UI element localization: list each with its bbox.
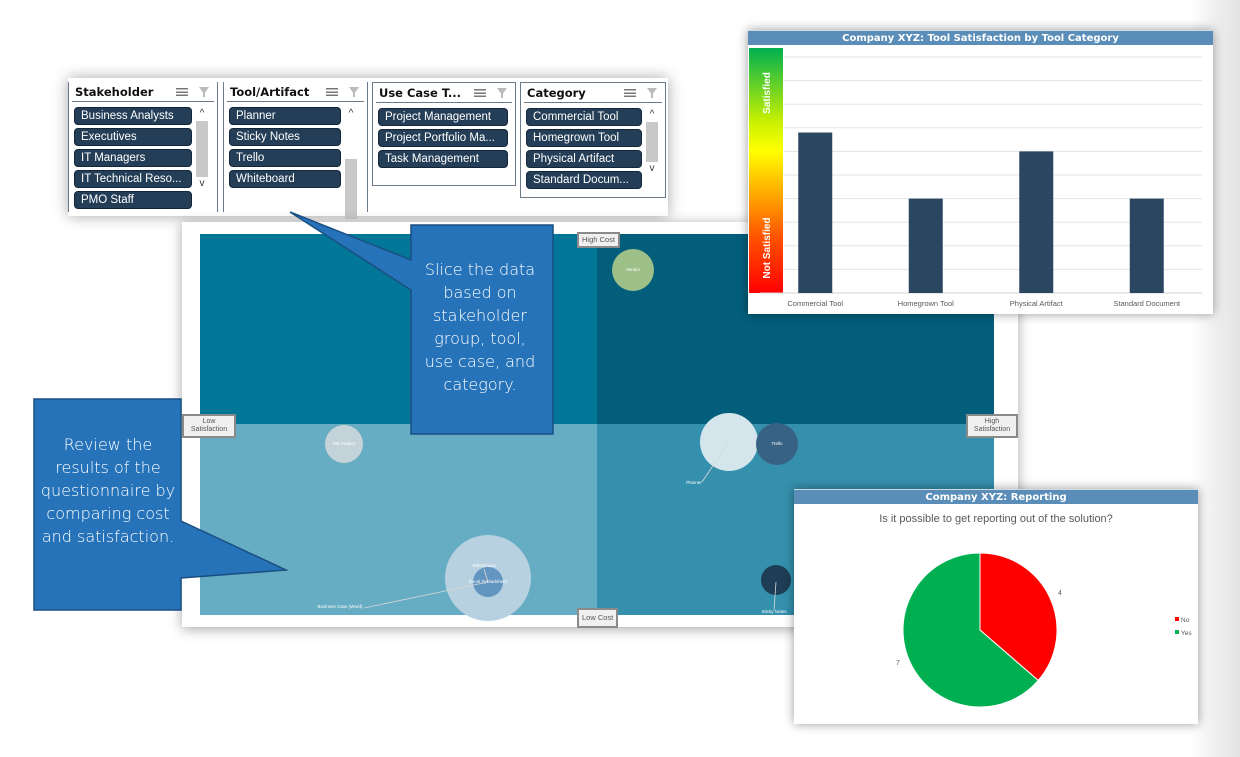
bubble-label-trello: Trello xyxy=(771,441,783,446)
slicer-scrollbar[interactable]: ^v xyxy=(645,108,659,176)
slicer-item[interactable]: Sticky Notes xyxy=(229,128,341,146)
scroll-thumb[interactable] xyxy=(196,121,208,177)
slicer-item[interactable]: Trello xyxy=(229,149,341,167)
scroll-up-icon[interactable]: ^ xyxy=(645,108,659,122)
scroll-down-icon[interactable]: v xyxy=(195,177,209,191)
slicer-title: Tool/Artifact xyxy=(230,84,310,99)
slicer-item-list: Project Management Project Portfolio Ma..… xyxy=(378,108,508,171)
slice-callout-text: Slice the data based on stakeholder grou… xyxy=(424,260,536,394)
clear-filter-icon[interactable] xyxy=(645,87,659,99)
scroll-down-icon[interactable]: v xyxy=(645,162,659,176)
high-satisfaction-label: High Satisfaction xyxy=(966,414,1018,438)
multi-select-icon[interactable] xyxy=(325,86,339,98)
slicer-panel: Stakeholder Business Analysts Executives IT… xyxy=(68,78,668,235)
slicer-use-case-t: Use Case T... Project Management Project P… xyxy=(372,82,516,186)
legend-swatch-yes xyxy=(1175,630,1179,634)
scroll-track[interactable] xyxy=(344,121,358,159)
slicer-item-list: Planner Sticky Notes Trello Whiteboard xyxy=(229,107,341,191)
slicer-stakeholder: Stakeholder Business Analysts Executives IT… xyxy=(68,82,218,212)
legend-label-no[interactable]: No xyxy=(1181,617,1190,624)
slicer-item[interactable]: Executives xyxy=(74,128,192,146)
scroll-thumb[interactable] xyxy=(646,122,658,162)
slicer-category: Category Commercial Tool Homegrown Tool Phy… xyxy=(520,82,666,198)
not-satisfied-axis-label: Not Satisfied xyxy=(762,217,773,278)
slicer-item[interactable]: Homegrown Tool xyxy=(526,129,642,147)
slicer-item[interactable]: Task Management xyxy=(378,150,508,168)
bar-homegrown-tool[interactable] xyxy=(908,198,943,293)
pie-data-label: 4 xyxy=(1058,590,1062,597)
bar-chart-plot: Satisfied Not Satisfied Commercial Tool Hom… xyxy=(749,48,1202,308)
scroll-up-icon[interactable]: ^ xyxy=(344,107,358,121)
legend-swatch-no xyxy=(1175,617,1179,621)
bubble-label-ms-project: MS Project xyxy=(333,441,356,446)
slicer-tool-artifact: Tool/Artifact Planner Sticky Notes Trello Wh… xyxy=(223,82,368,235)
slicer-header: Tool/Artifact xyxy=(227,82,364,102)
slicer-scrollbar[interactable]: ^v xyxy=(195,107,209,191)
pie-data-label: 7 xyxy=(896,660,900,667)
slicer-item[interactable]: IT Technical Reso... xyxy=(74,170,192,188)
scroll-up-icon[interactable]: ^ xyxy=(195,107,209,121)
bubble-label-whiteboard: Whiteboard xyxy=(472,563,496,568)
slicer-item[interactable]: Commercial Tool xyxy=(526,108,642,126)
slicer-item[interactable]: Planner xyxy=(229,107,341,125)
slicer-item[interactable]: Business Analysts xyxy=(74,107,192,125)
slicer-item[interactable]: Whiteboard xyxy=(229,170,341,188)
bubble-label-business-case-word: Business Case (Word) xyxy=(318,604,363,609)
slicer-title: Stakeholder xyxy=(75,84,154,99)
bubble-label-planner: Planner xyxy=(686,480,702,485)
bar-commercial-tool[interactable] xyxy=(798,132,833,293)
legend-label-yes[interactable]: Yes xyxy=(1181,630,1192,637)
slicer-item-list: Business Analysts Executives IT Managers IT… xyxy=(74,107,192,212)
slicer-header: Category xyxy=(524,83,662,103)
x-tick-label: Commercial Tool xyxy=(787,299,843,308)
clear-filter-icon[interactable] xyxy=(347,86,361,98)
clear-filter-icon[interactable] xyxy=(495,87,509,99)
slicer-item[interactable]: PMO Staff xyxy=(74,191,192,209)
x-tick-label: Physical Artifact xyxy=(1010,299,1064,308)
bar-chart-title: Company XYZ: Tool Satisfaction by Tool C… xyxy=(748,30,1213,45)
slicer-item[interactable]: Standard Docum... xyxy=(526,171,642,189)
clear-filter-icon[interactable] xyxy=(197,86,211,98)
x-tick-label: Standard Document xyxy=(1113,299,1181,308)
x-tick-label: Homegrown Tool xyxy=(898,299,954,308)
satisfied-axis-label: Satisfied xyxy=(762,72,773,114)
multi-select-icon[interactable] xyxy=(473,87,487,99)
multi-select-icon[interactable] xyxy=(623,87,637,99)
reporting-pie-chart: Company XYZ: Reporting Is it possible to… xyxy=(794,489,1198,724)
tool-satisfaction-bar-chart: Company XYZ: Tool Satisfaction by Tool C… xyxy=(748,30,1213,314)
slicer-header: Stakeholder xyxy=(72,82,214,102)
slicer-title: Use Case T... xyxy=(379,85,462,100)
slicer-item[interactable]: IT Managers xyxy=(74,149,192,167)
slicer-title: Category xyxy=(527,85,586,100)
low-cost-label: Low Cost xyxy=(577,608,619,628)
pie-chart-plot: 4 7 No Yes xyxy=(896,552,1192,708)
bubble-label-excel-spreadsheet: Excel Spreadsheet xyxy=(469,579,508,584)
bubble-sticky-notes[interactable] xyxy=(761,565,791,595)
review-callout-text: Review the results of the questionnaire … xyxy=(40,435,176,546)
slicer-item-list: Commercial Tool Homegrown Tool Physical Ar… xyxy=(526,108,642,192)
slicer-item[interactable]: Physical Artifact xyxy=(526,150,642,168)
bar-physical-artifact[interactable] xyxy=(1019,151,1054,293)
bubble-label-sticky-notes: Sticky Notes xyxy=(761,609,787,614)
bubble-label-vendor: Vendor xyxy=(626,267,641,272)
multi-select-icon[interactable] xyxy=(175,86,189,98)
slicer-header: Use Case T... xyxy=(376,83,512,103)
slicer-item[interactable]: Project Management xyxy=(378,108,508,126)
bar-standard-document[interactable] xyxy=(1129,198,1164,293)
slicer-item[interactable]: Project Portfolio Ma... xyxy=(378,129,508,147)
high-cost-label: High Cost xyxy=(577,232,620,248)
